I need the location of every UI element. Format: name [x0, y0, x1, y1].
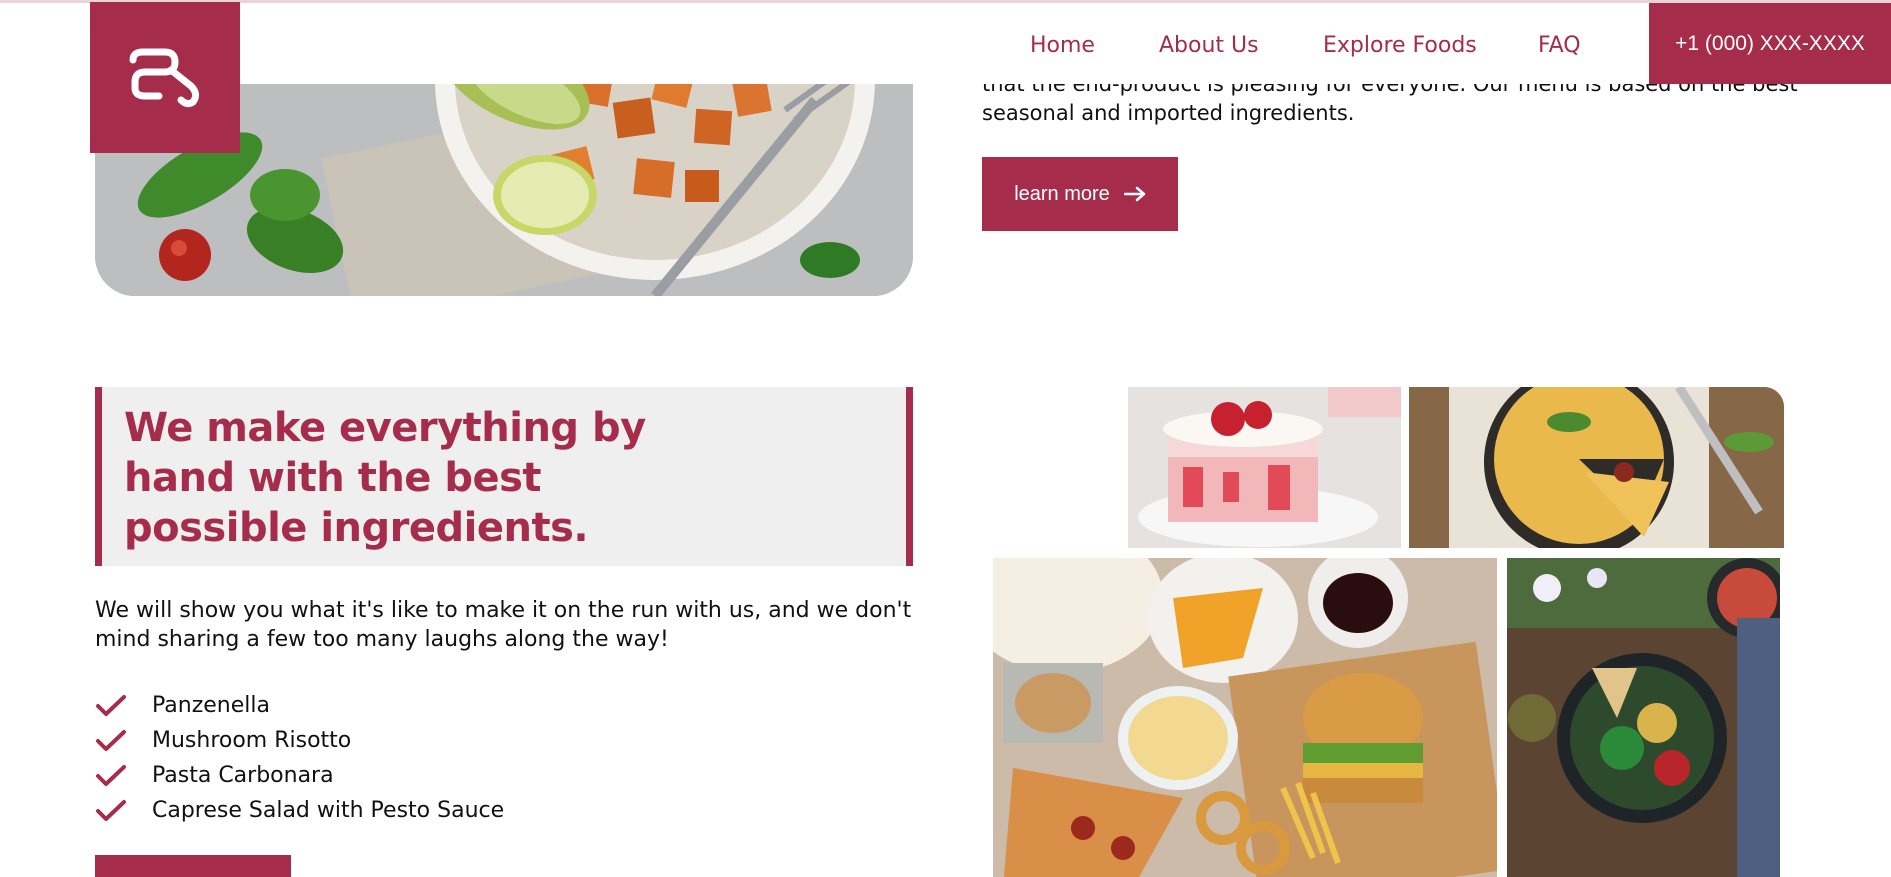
main-nav: Home About Us Explore Foods FAQ: [0, 3, 1891, 84]
heading-panel: We make everything by hand with the best…: [95, 387, 913, 566]
nav-faq[interactable]: FAQ: [1538, 33, 1581, 58]
cake-image: [1128, 387, 1401, 548]
dish-name: Panzenella: [152, 693, 270, 718]
nav-home[interactable]: Home: [1030, 33, 1095, 58]
checkmark-icon: [95, 799, 152, 823]
site-header: Home About Us Explore Foods FAQ +1 (000)…: [0, 3, 1891, 84]
checkmark-icon: [95, 694, 152, 718]
nav-about-us[interactable]: About Us: [1159, 33, 1259, 58]
dish-list: Panzenella Mushroom Risotto Pasta Carbon…: [95, 688, 504, 828]
list-item: Panzenella: [95, 688, 504, 723]
cta-button[interactable]: [95, 855, 291, 877]
section-heading: We make everything by hand with the best…: [124, 405, 646, 551]
dish-name: Caprese Salad with Pesto Sauce: [152, 798, 505, 823]
list-item: Caprese Salad with Pesto Sauce: [95, 793, 504, 828]
phone-button[interactable]: +1 (000) XXX-XXXX: [1649, 3, 1891, 84]
checkmark-icon: [95, 729, 152, 753]
logo-mark-icon: [129, 48, 200, 107]
brand-logo[interactable]: [90, 2, 240, 153]
learn-more-button[interactable]: learn more: [982, 157, 1178, 231]
checkmark-icon: [95, 764, 152, 788]
fast-food-image: [993, 558, 1497, 877]
learn-more-label: learn more: [1014, 182, 1110, 205]
dish-name: Mushroom Risotto: [152, 728, 352, 753]
quiche-image: [1409, 387, 1784, 548]
dish-name: Pasta Carbonara: [152, 763, 334, 788]
arrow-right-icon: [1123, 186, 1146, 202]
list-item: Pasta Carbonara: [95, 758, 504, 793]
list-item: Mushroom Risotto: [95, 723, 504, 758]
salad-bowl-image: [1507, 558, 1780, 877]
nav-explore-foods[interactable]: Explore Foods: [1323, 33, 1477, 58]
section-intro: We will show you what it's like to make …: [95, 598, 912, 652]
